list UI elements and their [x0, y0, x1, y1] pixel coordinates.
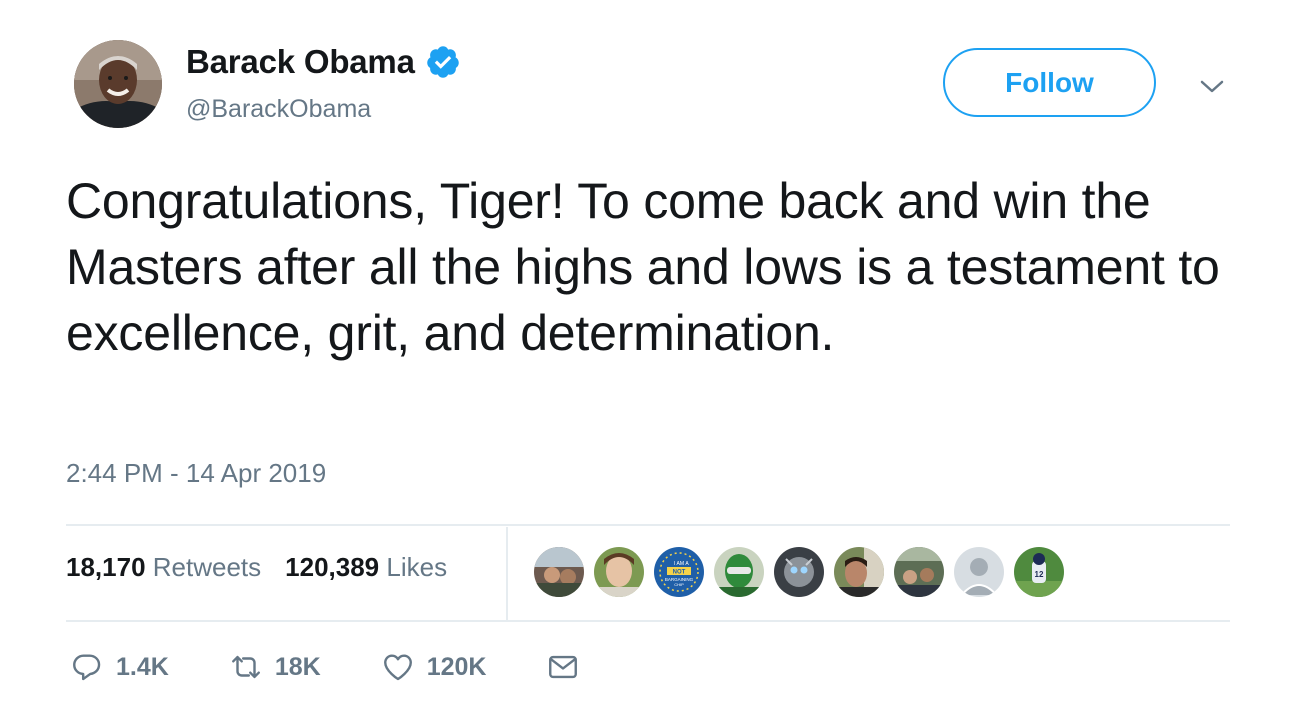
heart-icon	[383, 654, 412, 681]
liker-avatar-1[interactable]	[534, 547, 584, 597]
liker-badge-text-2: NOT	[673, 570, 686, 576]
reply-icon	[73, 654, 101, 681]
divider-top	[66, 524, 1230, 526]
like-count: 120K	[426, 652, 487, 681]
retweet-count: 18K	[274, 652, 321, 681]
reply-count: 1.4K	[116, 652, 169, 681]
like-button[interactable]: 120K	[381, 650, 487, 684]
reply-button[interactable]: 1.4K	[70, 650, 169, 684]
retweets-label: Retweets	[152, 552, 262, 582]
retweet-icon	[231, 655, 260, 679]
liker-badge-text-1: I AM	[674, 561, 684, 567]
follow-button[interactable]: Follow	[943, 48, 1156, 117]
verified-badge-icon	[426, 46, 459, 78]
likes-label: Likes	[386, 552, 448, 582]
liker-avatar-8[interactable]	[954, 547, 1004, 597]
liker-badge-text-5: CHIP	[674, 582, 684, 587]
retweet-button[interactable]: 18K	[229, 650, 321, 684]
envelope-icon	[549, 655, 578, 679]
svg-text:12: 12	[1035, 570, 1044, 579]
divider-bottom	[66, 620, 1230, 622]
liker-avatar-2[interactable]	[594, 547, 644, 597]
liker-avatar-6[interactable]	[834, 547, 884, 597]
liker-avatar-7[interactable]	[894, 547, 944, 597]
likes-count: 120,389	[285, 552, 380, 582]
author-handle[interactable]: @BarackObama	[186, 95, 371, 124]
avatar-photo	[74, 40, 162, 128]
liker-avatars: I AM NOT A BARGAINING CHIP 12	[534, 547, 1064, 597]
tweet-text: Congratulations, Tiger! To come back and…	[66, 173, 1220, 361]
retweets-count: 18,170	[66, 552, 146, 582]
engagement-stats: 18,170 Retweets 120,389 Likes	[66, 552, 447, 583]
author-avatar[interactable]	[74, 40, 162, 128]
retweets-stat[interactable]: 18,170 Retweets	[66, 552, 261, 583]
author-name-row: Barack Obama	[186, 40, 461, 84]
tweet-actions: 1.4K 18K 120K	[70, 650, 640, 684]
liker-avatar-4[interactable]	[714, 547, 764, 597]
stats-separator	[506, 527, 508, 620]
likes-stat[interactable]: 120,389 Likes	[285, 552, 447, 583]
tweet-timestamp[interactable]: 2:44 PM - 14 Apr 2019	[66, 458, 326, 489]
liker-avatar-3[interactable]: I AM NOT A BARGAINING CHIP	[654, 547, 704, 597]
direct-message-button[interactable]	[546, 650, 580, 684]
liker-avatar-9[interactable]: 12	[1014, 547, 1064, 597]
chevron-down-icon[interactable]	[1196, 74, 1228, 98]
liker-avatar-5[interactable]	[774, 547, 824, 597]
author-name[interactable]: Barack Obama	[186, 43, 415, 81]
